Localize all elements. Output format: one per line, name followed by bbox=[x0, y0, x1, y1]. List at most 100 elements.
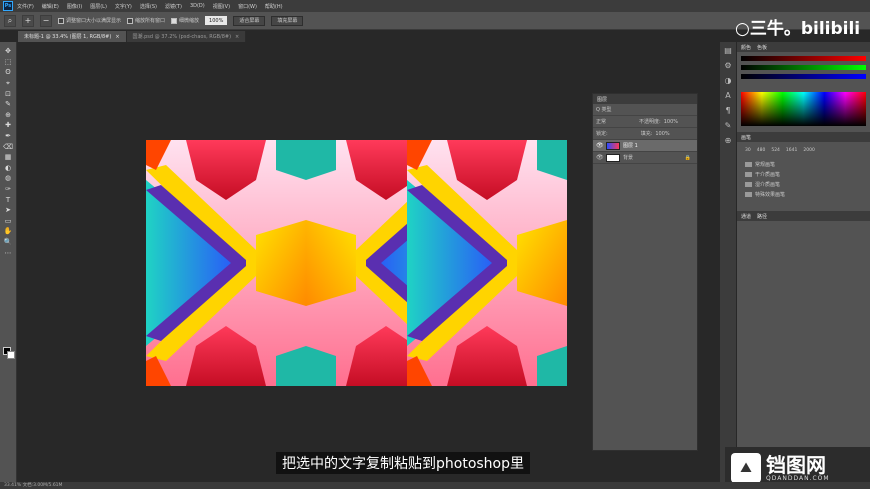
watermark-url: QDANDDAN.COM bbox=[766, 474, 830, 482]
opacity-field[interactable]: 100% bbox=[664, 119, 678, 125]
tab-document-2[interactable]: 国潮.psd @ 37.2% (psd-chaos, RGB/8#) × bbox=[126, 31, 247, 42]
zoom-all-checkbox[interactable]: 缩放所有窗口 bbox=[127, 17, 165, 24]
dodge-tool-icon[interactable]: ◍ bbox=[2, 173, 14, 184]
video-subtitle: 把选中的文字复制粘贴到photoshop里 bbox=[276, 452, 530, 474]
blur-tool-icon[interactable]: ◐ bbox=[2, 163, 14, 174]
lock-label: 锁定: bbox=[596, 131, 608, 137]
rectangle-tool-icon[interactable]: ▭ bbox=[2, 216, 14, 227]
document-canvas[interactable] bbox=[146, 140, 567, 386]
menu-type[interactable]: 文字(Y) bbox=[115, 3, 132, 10]
layer-name: 背景 bbox=[623, 155, 634, 161]
menu-3d[interactable]: 3D(D) bbox=[190, 3, 205, 9]
fill-field[interactable]: 100% bbox=[655, 131, 669, 137]
brush-folder[interactable]: 湿介质画笔 bbox=[737, 179, 870, 189]
layer-thumbnail bbox=[606, 141, 620, 150]
close-icon[interactable]: × bbox=[235, 34, 239, 40]
layer-item[interactable]: 👁 图层 1 bbox=[593, 140, 697, 152]
blend-mode-select[interactable]: 正常 bbox=[596, 118, 606, 125]
eyedropper-tool-icon[interactable]: ✎ bbox=[2, 99, 14, 110]
crop-tool-icon[interactable]: ⊡ bbox=[2, 88, 14, 99]
move-tool-icon[interactable]: ✥ bbox=[2, 46, 14, 57]
document-tabs: 未标题-1 @ 33.4% (图层 1, RGB/8#) × 国潮.psd @ … bbox=[18, 31, 247, 42]
pen-tool-icon[interactable]: ✑ bbox=[2, 184, 14, 195]
clone-stamp-tool-icon[interactable]: ✒ bbox=[2, 131, 14, 142]
tab-document-1[interactable]: 未标题-1 @ 33.4% (图层 1, RGB/8#) × bbox=[18, 31, 127, 42]
green-slider[interactable] bbox=[741, 65, 866, 70]
tab-label: 国潮.psd @ 37.2% (psd-chaos, RGB/8#) bbox=[132, 34, 232, 40]
folder-label: 湿介质画笔 bbox=[755, 181, 781, 188]
gradient-tool-icon[interactable]: ▦ bbox=[2, 152, 14, 163]
zoom-out-icon[interactable]: − bbox=[40, 14, 52, 27]
menu-edit[interactable]: 编辑(E) bbox=[42, 3, 59, 10]
color-panel-tabs: 颜色 色板 bbox=[737, 42, 870, 52]
tab-paths[interactable]: 路径 bbox=[757, 213, 767, 220]
path-select-tool-icon[interactable]: ➤ bbox=[2, 205, 14, 216]
status-bar: 33.41% 文档:3.00M/5.61M bbox=[0, 482, 870, 489]
menu-layer[interactable]: 图层(L) bbox=[90, 3, 107, 10]
menu-bar: Ps 文件(F) 编辑(E) 图像(I) 图层(L) 文字(Y) 选择(S) 滤… bbox=[0, 0, 870, 12]
type-tool-icon[interactable]: T bbox=[2, 194, 14, 205]
blue-slider[interactable] bbox=[741, 74, 866, 79]
history-icon[interactable]: ▤ bbox=[724, 46, 732, 55]
eye-icon[interactable]: 👁 bbox=[596, 142, 604, 149]
menu-view[interactable]: 视图(V) bbox=[213, 3, 230, 10]
close-icon[interactable]: × bbox=[115, 34, 119, 40]
brush-panel-title: 画笔 bbox=[737, 132, 870, 142]
red-slider[interactable] bbox=[741, 56, 866, 61]
kind-filter-label: Q 类型 bbox=[596, 107, 612, 113]
layer-thumbnail bbox=[606, 153, 620, 162]
background-color-swatch[interactable] bbox=[7, 351, 15, 359]
scrubby-zoom-checkbox[interactable]: 细微缩放 bbox=[171, 17, 199, 24]
marquee-tool-icon[interactable]: ⬚ bbox=[2, 57, 14, 68]
watermark-title: 铛图网 bbox=[766, 452, 826, 477]
tab-channels[interactable]: 通道 bbox=[741, 213, 751, 220]
layer-kind-filter[interactable]: Q 类型 bbox=[593, 104, 697, 116]
healing-tool-icon[interactable]: ⊕ bbox=[2, 110, 14, 121]
clone-source-icon[interactable]: ⊕ bbox=[725, 136, 732, 145]
zoom-in-icon[interactable]: + bbox=[22, 14, 34, 27]
mountain-icon: ⛰ bbox=[731, 453, 761, 483]
menu-image[interactable]: 图像(I) bbox=[67, 3, 82, 10]
brush-settings-icon[interactable]: ✎ bbox=[725, 121, 732, 130]
lasso-tool-icon[interactable]: ʘ bbox=[2, 67, 14, 78]
quick-select-tool-icon[interactable]: ⌖ bbox=[2, 78, 14, 89]
hand-tool-icon[interactable]: ✋ bbox=[2, 226, 14, 237]
brush-size[interactable]: 1641 bbox=[786, 148, 797, 153]
menu-window[interactable]: 窗口(W) bbox=[238, 3, 257, 10]
eraser-tool-icon[interactable]: ⌫ bbox=[2, 141, 14, 152]
brush-size[interactable]: 524 bbox=[771, 148, 780, 153]
fill-screen-button[interactable]: 填充屏幕 bbox=[271, 15, 304, 26]
brush-folder[interactable]: 常规画笔 bbox=[737, 159, 870, 169]
brush-size[interactable]: 2000 bbox=[803, 148, 814, 153]
checkbox-box bbox=[58, 17, 64, 24]
brush-size[interactable]: 480 bbox=[757, 148, 766, 153]
brush-folder[interactable]: 干介质画笔 bbox=[737, 169, 870, 179]
eye-icon[interactable]: 👁 bbox=[596, 154, 604, 161]
brush-folder[interactable]: 特殊效果画笔 bbox=[737, 189, 870, 199]
color-spectrum[interactable] bbox=[741, 92, 866, 126]
brush-size[interactable]: 30 bbox=[745, 148, 751, 153]
menu-help[interactable]: 帮助(H) bbox=[265, 3, 283, 10]
tab-color[interactable]: 颜色 bbox=[741, 44, 751, 51]
zoom-all-label: 缩放所有窗口 bbox=[135, 18, 166, 24]
brush-tool-icon[interactable]: ✚ bbox=[2, 120, 14, 131]
layer-item[interactable]: 👁 背景 🔒 bbox=[593, 152, 697, 164]
scrubby-zoom-label: 细微缩放 bbox=[179, 18, 200, 24]
menu-select[interactable]: 选择(S) bbox=[140, 3, 157, 10]
zoom-tool-icon[interactable]: ⌕ bbox=[4, 14, 16, 27]
paragraph-icon[interactable]: ¶ bbox=[725, 106, 730, 115]
tools-panel: ✥ ⬚ ʘ ⌖ ⊡ ✎ ⊕ ✚ ✒ ⌫ ▦ ◐ ◍ ✑ T ➤ ▭ ✋ 🔍 ⋯ bbox=[0, 42, 17, 482]
adjustments-icon[interactable]: ◑ bbox=[725, 76, 732, 85]
zoom-value-field[interactable]: 100% bbox=[205, 16, 228, 25]
zoom-tool-icon[interactable]: 🔍 bbox=[2, 237, 14, 248]
fit-screen-button[interactable]: 适合屏幕 bbox=[233, 15, 266, 26]
properties-icon[interactable]: ⚙ bbox=[724, 61, 731, 70]
character-icon[interactable]: A bbox=[725, 91, 730, 100]
menu-file[interactable]: 文件(F) bbox=[17, 3, 34, 10]
panel-icon-strip: ▤ ⚙ ◑ A ¶ ✎ ⊕ bbox=[720, 42, 736, 482]
resize-windows-checkbox[interactable]: 调整窗口大小以满屏显示 bbox=[58, 17, 121, 24]
tab-swatches[interactable]: 色板 bbox=[757, 44, 767, 51]
color-sliders[interactable] bbox=[737, 52, 870, 92]
more-tools-icon[interactable]: ⋯ bbox=[2, 247, 14, 258]
menu-filter[interactable]: 滤镜(T) bbox=[165, 3, 182, 10]
